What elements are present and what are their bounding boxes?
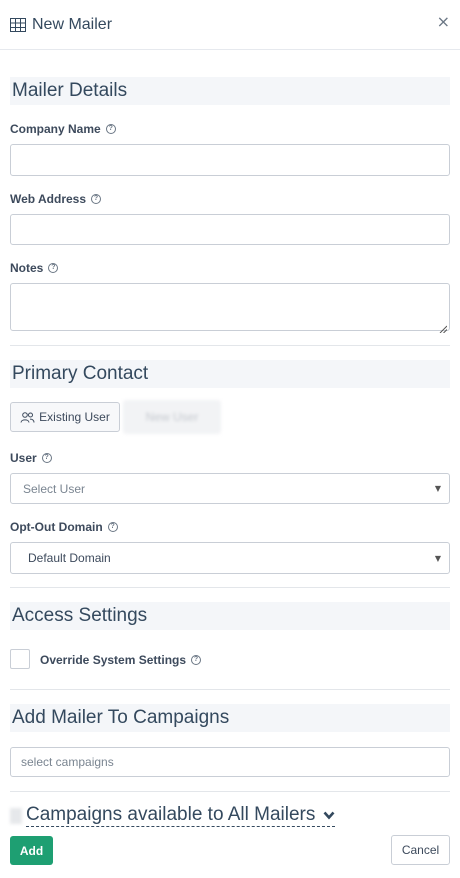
opt-out-domain-label: Opt-Out Domain ? [10, 520, 118, 534]
user-select[interactable]: Select User ▼ [10, 473, 450, 504]
campaigns-available-toggle[interactable]: Campaigns available to All Mailers [10, 804, 336, 827]
users-icon [20, 411, 35, 423]
close-icon[interactable]: × [437, 12, 450, 31]
opt-out-domain-select[interactable]: Default Domain ▼ [10, 542, 450, 574]
divider [10, 689, 450, 690]
help-icon[interactable]: ? [91, 194, 102, 204]
modal-title: New Mailer [32, 15, 113, 33]
section-access-settings: Access Settings [10, 602, 450, 630]
web-address-label: Web Address ? [10, 192, 102, 206]
modal-header: New Mailer × [0, 0, 460, 50]
chevron-down-icon [323, 811, 335, 820]
company-name-label: Company Name ? [10, 122, 116, 136]
blurred-icon [10, 807, 22, 824]
notes-label: Notes ? [10, 261, 59, 275]
section-mailer-details: Mailer Details [10, 77, 450, 105]
override-system-settings-label: Override System Settings ? [40, 653, 202, 667]
add-button[interactable]: Add [10, 836, 53, 865]
help-icon[interactable]: ? [48, 263, 59, 273]
section-add-to-campaigns: Add Mailer To Campaigns [10, 704, 450, 732]
company-name-input[interactable] [10, 144, 450, 176]
web-address-input[interactable] [10, 214, 450, 245]
campaigns-select[interactable]: select campaigns [10, 747, 450, 777]
new-user-button[interactable]: New User [123, 400, 221, 434]
grid-icon [10, 17, 26, 32]
notes-textarea[interactable] [10, 283, 450, 334]
help-icon[interactable]: ? [41, 453, 52, 463]
override-system-settings-checkbox[interactable] [10, 649, 30, 669]
section-primary-contact: Primary Contact [10, 360, 450, 388]
caret-down-icon: ▼ [434, 553, 441, 563]
help-icon[interactable]: ? [105, 124, 116, 134]
help-icon[interactable]: ? [191, 655, 202, 665]
divider [10, 587, 450, 588]
divider [10, 345, 450, 346]
existing-user-button[interactable]: Existing User [10, 402, 120, 432]
resize-handle-icon[interactable] [439, 320, 448, 334]
user-label: User ? [10, 451, 52, 465]
cancel-button[interactable]: Cancel [391, 835, 450, 865]
caret-down-icon: ▼ [434, 484, 441, 493]
divider [10, 791, 450, 792]
help-icon[interactable]: ? [107, 522, 118, 532]
